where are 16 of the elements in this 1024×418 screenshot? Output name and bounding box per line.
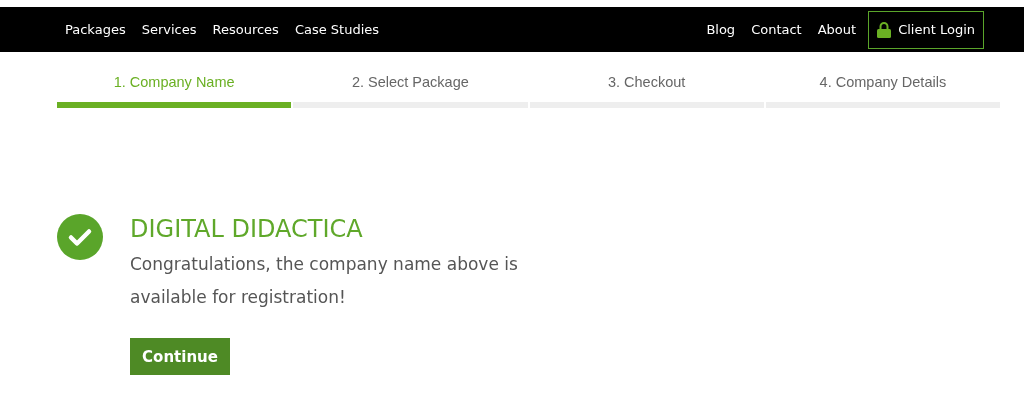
nav-link[interactable]: Resources [204,22,287,37]
company-name-heading: DIGITAL DIDACTICA [130,214,364,244]
client-login-button[interactable]: Client Login [868,10,984,49]
availability-message: Congratulations, the company name above is available for registration! [130,253,519,309]
lock-icon [877,21,892,38]
nav-link[interactable]: Services [133,22,205,37]
nav-link[interactable]: Blog [698,22,744,37]
nav-link[interactable]: Packages [57,22,134,37]
nav-link[interactable]: About [809,22,865,37]
checkmark-icon [57,214,103,260]
step-tab[interactable]: 4. Company Details [765,74,1000,108]
nav-link[interactable]: Case Studies [286,22,388,37]
continue-button[interactable]: Continue [130,338,230,375]
nav-link[interactable]: Contact [743,22,810,37]
step-tab[interactable]: 2. Select Package [293,74,528,108]
step-tab[interactable]: 3. Checkout [529,74,764,108]
